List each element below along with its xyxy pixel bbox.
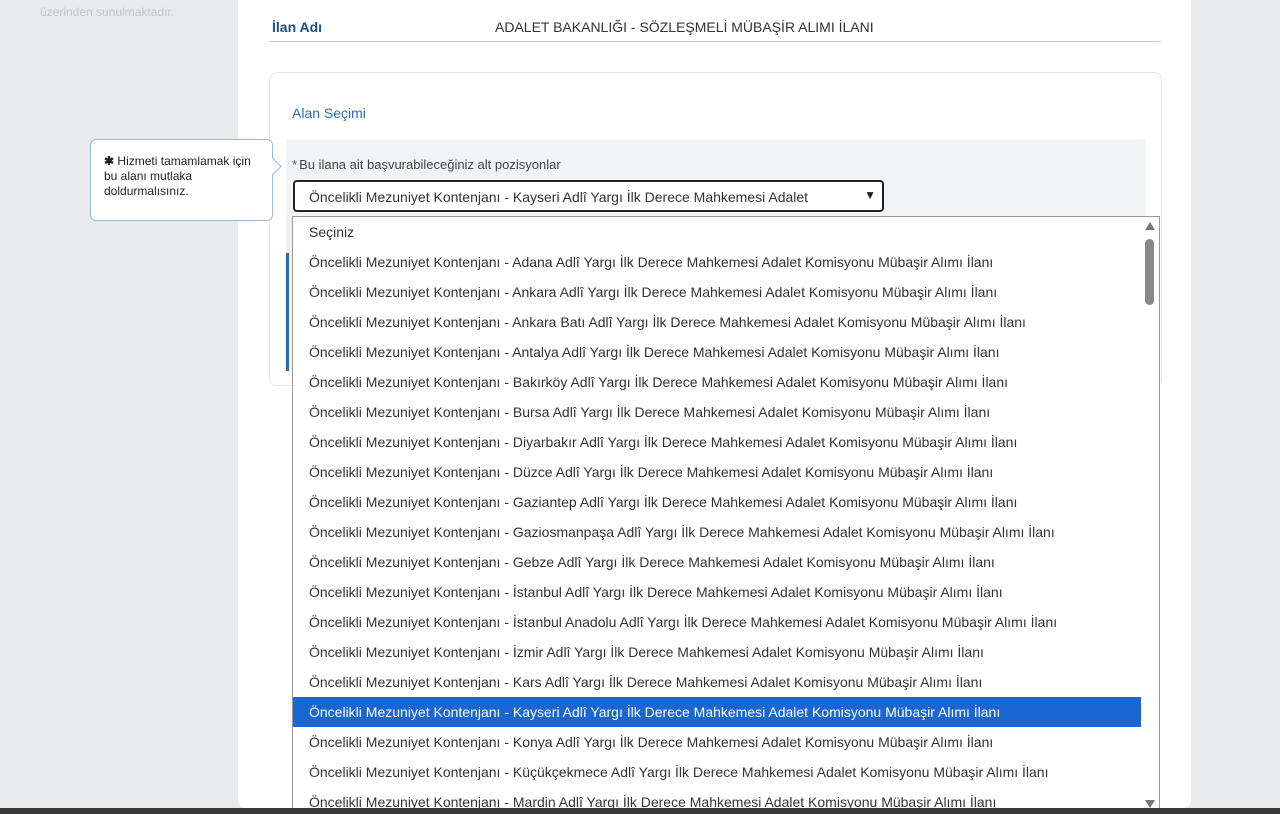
select-current-value: Öncelikli Mezuniyet Kontenjanı - Kayseri… [309,189,809,205]
field-container: * Bu ilana ait başvurabileceğiniz alt poz… [286,139,1146,216]
dropdown-option[interactable]: Öncelikli Mezuniyet Kontenjanı - Adana A… [293,247,1141,277]
tooltip-text: Hizmeti tamamlamak için bu alanı mutlaka… [104,154,251,198]
dropdown-option[interactable]: Öncelikli Mezuniyet Kontenjanı - Bakırkö… [293,367,1141,397]
ilan-row: İlan Adı ADALET BAKANLIĞI - SÖZLEŞMELİ M… [270,14,1161,42]
select-dropdown-list[interactable]: Seçiniz Öncelikli Mezuniyet Kontenjanı - … [292,216,1160,814]
dropdown-option[interactable]: Öncelikli Mezuniyet Kontenjanı - Ankara … [293,277,1141,307]
field-label: * Bu ilana ait başvurabileceğiniz alt poz… [292,157,561,172]
scroll-thumb[interactable] [1145,239,1154,305]
scroll-down-arrow-icon[interactable] [1145,800,1155,808]
left-note-text: üzerinden sunulmaktadır. [40,5,175,19]
required-tooltip: ✱ Hizmeti tamamlamak için bu alanı mutla… [90,139,282,221]
dropdown-option-selected[interactable]: Öncelikli Mezuniyet Kontenjanı - Kayseri… [293,697,1141,727]
ilan-label: İlan Adı [272,19,323,35]
position-select[interactable]: Öncelikli Mezuniyet Kontenjanı - Kayseri… [293,180,884,212]
dropdown-option[interactable]: Öncelikli Mezuniyet Kontenjanı - Gebze A… [293,547,1141,577]
dropdown-scrollbar[interactable] [1141,217,1159,813]
required-marker: * [292,157,298,172]
bottom-bar [0,808,1280,814]
dropdown-option[interactable]: Öncelikli Mezuniyet Kontenjanı - İstanbu… [293,577,1141,607]
next-field-accent-line [286,253,289,371]
scroll-up-arrow-icon[interactable] [1145,222,1155,230]
dropdown-option[interactable]: Öncelikli Mezuniyet Kontenjanı - Kars Ad… [293,667,1141,697]
left-column: üzerinden sunulmaktadır. [0,0,238,808]
dropdown-option[interactable]: Öncelikli Mezuniyet Kontenjanı - İzmir A… [293,637,1141,667]
caret-down-icon: ▼ [864,188,876,202]
asterisk-icon: ✱ [104,154,115,168]
dropdown-option[interactable]: Öncelikli Mezuniyet Kontenjanı - Konya A… [293,727,1141,757]
dropdown-option[interactable]: Seçiniz [293,217,1141,247]
dropdown-option[interactable]: Öncelikli Mezuniyet Kontenjanı - Diyarba… [293,427,1141,457]
dropdown-option[interactable]: Öncelikli Mezuniyet Kontenjanı - Bursa A… [293,397,1141,427]
section-title: Alan Seçimi [292,105,366,121]
dropdown-option[interactable]: Öncelikli Mezuniyet Kontenjanı - Düzce A… [293,457,1141,487]
dropdown-option[interactable]: Öncelikli Mezuniyet Kontenjanı - İstanbu… [293,607,1141,637]
right-background [1191,0,1280,808]
dropdown-option[interactable]: Öncelikli Mezuniyet Kontenjanı - Antalya… [293,337,1141,367]
dropdown-option[interactable]: Öncelikli Mezuniyet Kontenjanı - Gaziosm… [293,517,1141,547]
dropdown-option[interactable]: Öncelikli Mezuniyet Kontenjanı - Ankara … [293,307,1141,337]
dropdown-option[interactable]: Öncelikli Mezuniyet Kontenjanı - Küçükçe… [293,757,1141,787]
ilan-value: ADALET BAKANLIĞI - SÖZLEŞMELİ MÜBAŞİR AL… [495,19,874,35]
dropdown-option[interactable]: Öncelikli Mezuniyet Kontenjanı - Gaziant… [293,487,1141,517]
field-label-text: Bu ilana ait başvurabileceğiniz alt pozi… [299,157,561,172]
